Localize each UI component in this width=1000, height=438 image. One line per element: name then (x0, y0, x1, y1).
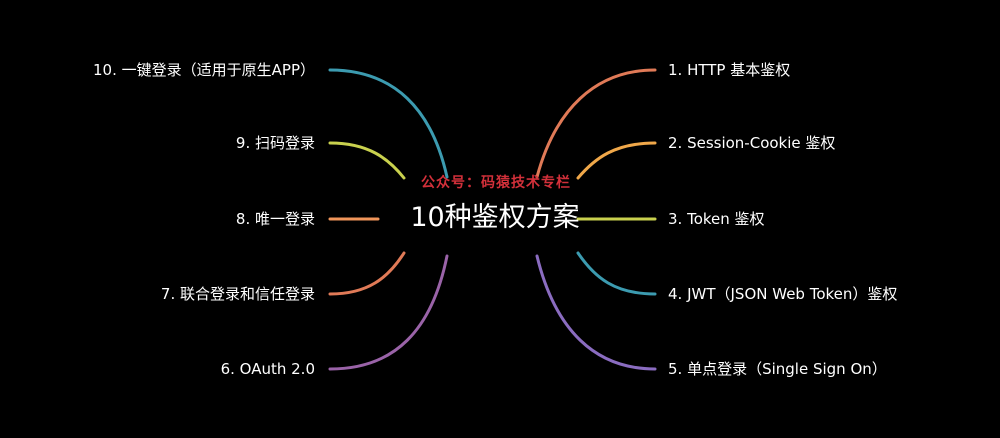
connector-session-cookie (576, 141, 657, 180)
watermark-text: 公众号：码猿技术专栏 (421, 175, 571, 191)
branch-single-sign-on: 5. 单点登录（Single Sign On） (668, 360, 887, 378)
branch-http-basic-auth: 1. HTTP 基本鉴权 (668, 61, 791, 79)
branch-federated-trusted-login: 7. 联合登录和信任登录 (160, 285, 315, 303)
connector-qr-login (328, 141, 406, 180)
central-topic: 10种鉴权方案 (410, 202, 580, 233)
branch-qr-code-login: 9. 扫码登录 (235, 134, 315, 152)
branch-jwt-auth: 4. JWT（JSON Web Token）鉴权 (668, 285, 898, 303)
branch-unique-login: 8. 唯一登录 (235, 210, 315, 228)
branch-session-cookie-auth: 2. Session-Cookie 鉴权 (668, 134, 836, 152)
branch-one-click-login: 10. 一键登录（适用于原生APP） (93, 61, 315, 79)
branch-token-auth: 3. Token 鉴权 (668, 210, 765, 228)
branch-oauth2: 6. OAuth 2.0 (220, 360, 315, 378)
connector-federated-login (328, 251, 406, 296)
connector-jwt (576, 251, 657, 296)
